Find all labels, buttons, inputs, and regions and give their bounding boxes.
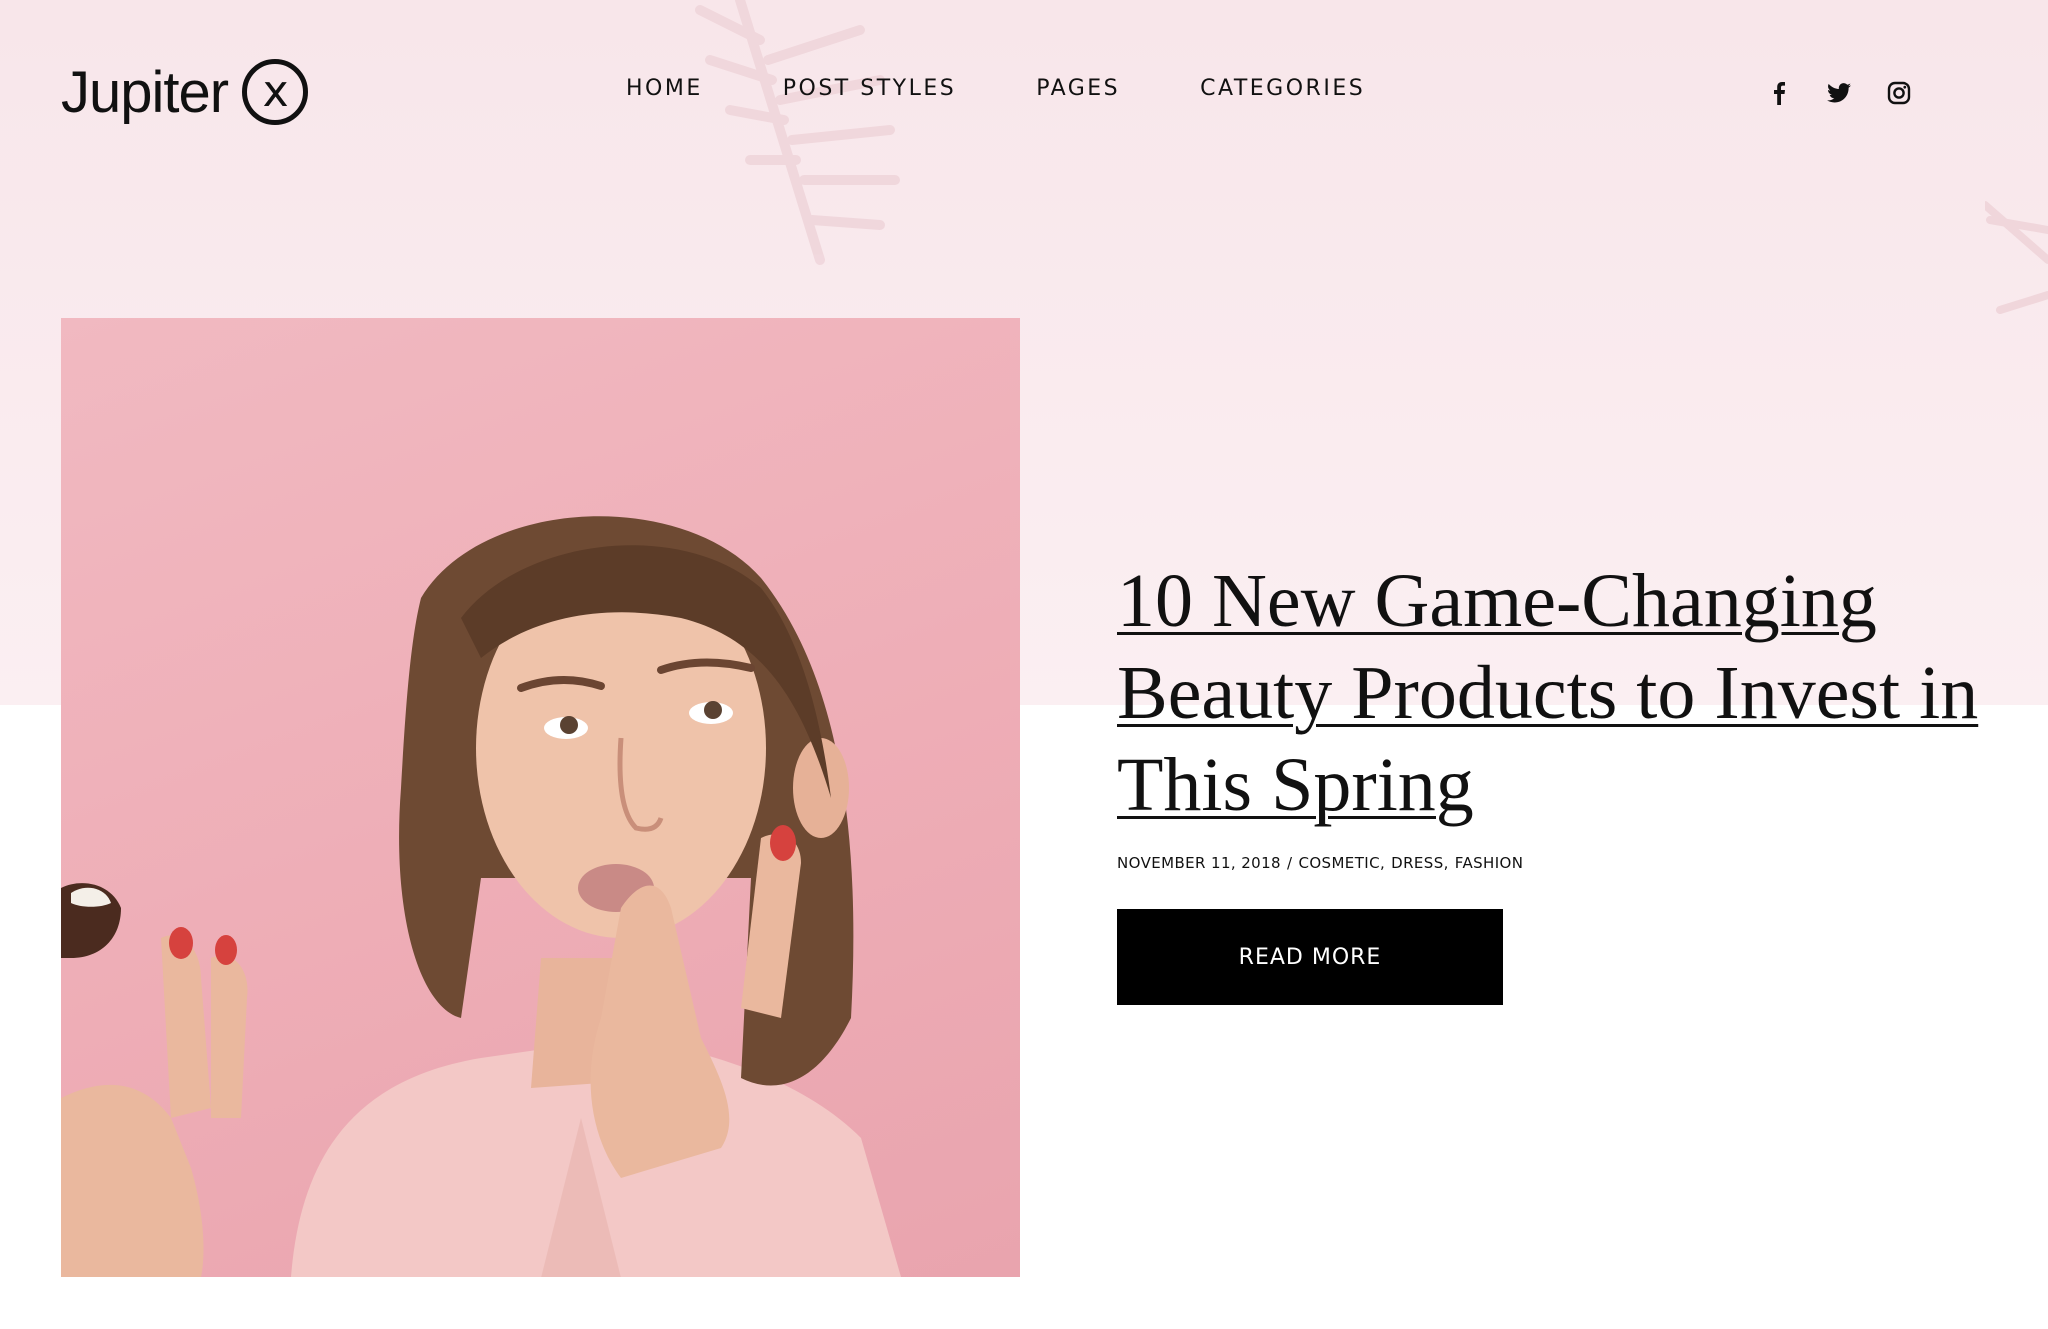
meta-separator: / bbox=[1287, 854, 1293, 872]
site-logo[interactable]: Jupiter x bbox=[61, 52, 309, 132]
read-more-button[interactable]: READ MORE bbox=[1117, 909, 1503, 1005]
logo-x-mark: x bbox=[242, 59, 309, 125]
category-link-cosmetic[interactable]: COSMETIC, bbox=[1298, 854, 1385, 872]
featured-post-image[interactable] bbox=[61, 318, 1020, 1277]
category-link-fashion[interactable]: FASHION bbox=[1455, 854, 1524, 872]
category-link-dress[interactable]: DRESS, bbox=[1391, 854, 1449, 872]
instagram-icon[interactable] bbox=[1886, 80, 1912, 106]
twitter-icon[interactable] bbox=[1826, 80, 1852, 106]
nav-item-pages[interactable]: PAGES bbox=[1036, 76, 1120, 101]
logo-text: Jupiter bbox=[61, 59, 229, 125]
post-meta: NOVEMBER 11, 2018 / COSMETIC, DRESS, FAS… bbox=[1117, 854, 1523, 872]
nav-item-categories[interactable]: CATEGORIES bbox=[1200, 76, 1365, 101]
post-date: NOVEMBER 11, 2018 bbox=[1117, 854, 1281, 872]
nav-item-post-styles[interactable]: POST STYLES bbox=[783, 76, 956, 101]
facebook-icon[interactable] bbox=[1766, 80, 1792, 106]
social-links bbox=[1766, 80, 1912, 106]
main-nav: HOME POST STYLES PAGES CATEGORIES bbox=[626, 76, 1365, 101]
nav-item-home[interactable]: HOME bbox=[626, 76, 703, 101]
post-title-link[interactable]: 10 New Game-Changing Beauty Products to … bbox=[1117, 555, 1997, 831]
woman-portrait-illustration bbox=[61, 516, 901, 1277]
